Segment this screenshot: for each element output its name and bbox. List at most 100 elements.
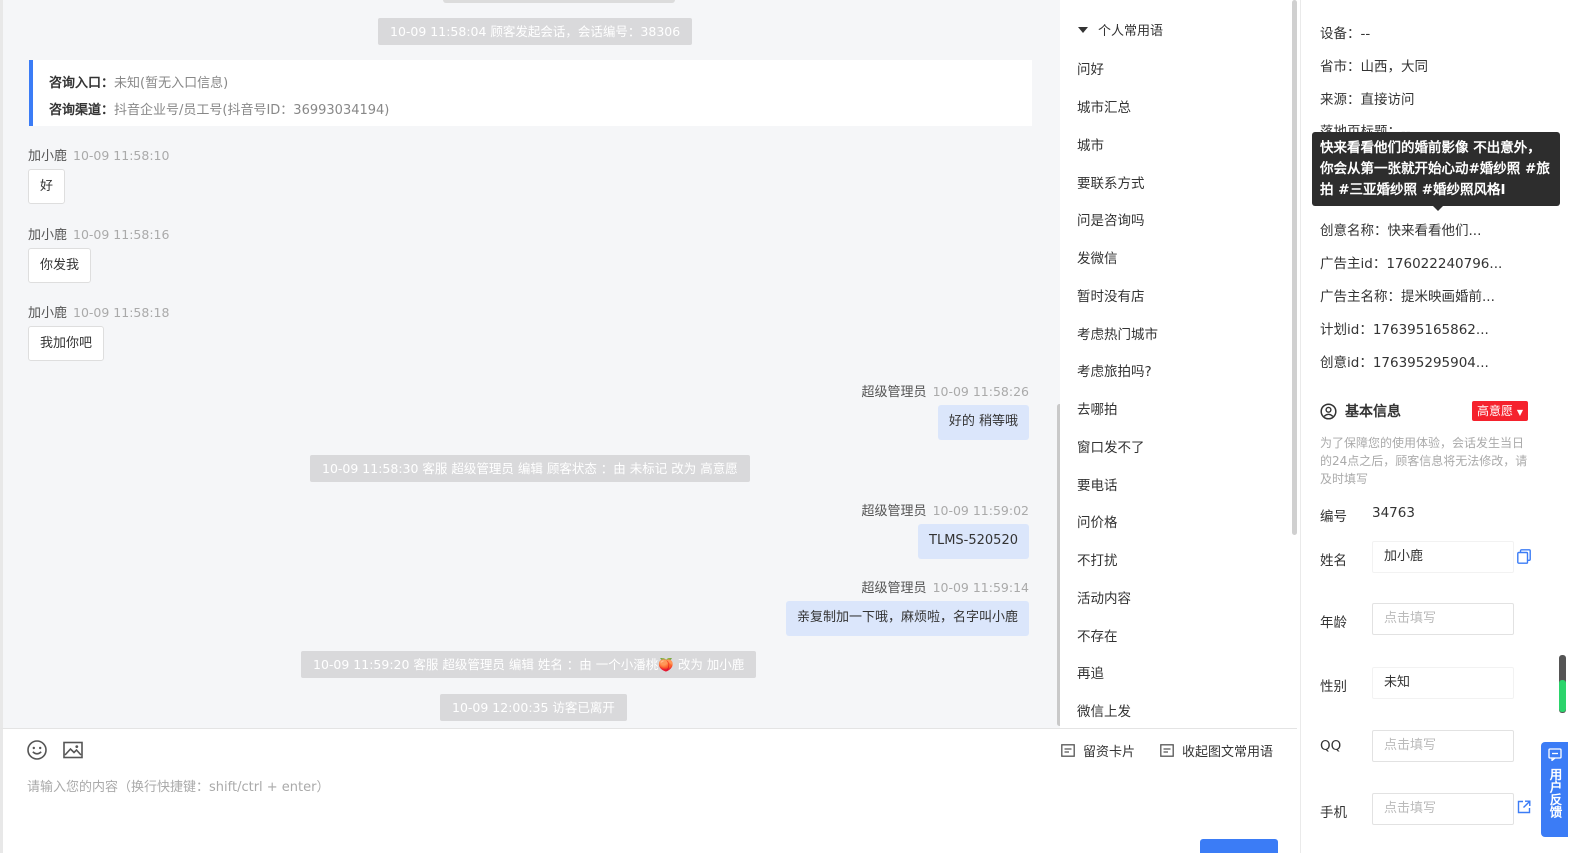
message-bubble-agent[interactable]: TLMS-520520 [918, 524, 1029, 559]
message-sender: 加小鹿 10-09 11:58:16 [28, 224, 169, 243]
system-message-status-change: 10-09 11:58:30 客服 超级管理员 编辑 顾客状态 ：由 未标记 改… [310, 455, 750, 482]
intent-status-dropdown[interactable]: 高意愿 ▼ [1472, 401, 1528, 421]
message-bubble-agent[interactable]: 好的 稍等哦 [937, 405, 1029, 440]
phrase-group-header[interactable]: 个人常用语 [1078, 20, 1163, 39]
system-message-name-change: 10-09 11:59:20 客服 超级管理员 编辑 姓名 ：由 一个小潘桃🍑 … [301, 651, 757, 678]
sender-name: 加小鹿 [28, 306, 68, 321]
phrase-group-title: 个人常用语 [1098, 24, 1164, 39]
message-bubble-customer[interactable]: 我加你吧 [28, 326, 105, 361]
smile-icon[interactable] [26, 739, 48, 761]
qq-field[interactable]: 点击填写 [1372, 730, 1514, 762]
customer-info-panel: 设备：-- 省市：山西，大同 来源：直接访问 落地页标题：-- 创意名称：快来看… [1300, 0, 1558, 853]
name-field[interactable]: 加小鹿 [1372, 541, 1514, 573]
phrase-item[interactable]: 去哪拍 [1077, 398, 1118, 418]
phrase-scrollbar[interactable] [1292, 0, 1297, 535]
info-label: 创意id： [1320, 355, 1373, 371]
consult-entry-row: 咨询入口：未知(暂无入口信息) [49, 70, 1016, 97]
info-label: 计划id： [1320, 322, 1373, 338]
phrase-item[interactable]: 发微信 [1077, 247, 1118, 267]
user-feedback-button[interactable]: 用户反馈 [1541, 742, 1568, 837]
tooltip-arrow [1432, 205, 1444, 211]
info-row-device: 设备：-- [1320, 22, 1370, 42]
chat-top-edge [443, 0, 675, 3]
intent-badge-label: 高意愿 [1477, 404, 1514, 418]
phrase-item[interactable]: 不存在 [1077, 625, 1118, 645]
phone-field[interactable]: 点击填写 [1372, 793, 1514, 825]
phrase-item[interactable]: 窗口发不了 [1077, 436, 1145, 456]
image-icon[interactable] [62, 739, 84, 761]
info-value: 176395295904... [1372, 355, 1489, 371]
collapse-phrases-label: 收起图文常用语 [1182, 745, 1274, 760]
sender-name: 超级管理员 [861, 385, 927, 400]
basic-info-title-text: 基本信息 [1345, 404, 1401, 420]
consult-channel-row: 咨询渠道：抖音企业号/员工号(抖音号ID：36993034194) [49, 97, 1016, 124]
info-label: 省市： [1320, 59, 1361, 75]
phone-label: 手机 [1320, 805, 1347, 821]
info-value: 提米映画婚前... [1401, 289, 1495, 305]
info-value: 山西，大同 [1360, 59, 1429, 75]
phrase-item[interactable]: 城市 [1077, 134, 1104, 154]
consult-channel-value: 抖音企业号/员工号(抖音号ID：36993034194) [114, 103, 390, 118]
caret-down-icon: ▼ [1516, 408, 1523, 417]
sender-name: 加小鹿 [28, 149, 68, 164]
info-label: 广告主名称： [1320, 289, 1401, 305]
collapse-phrases-button[interactable]: 收起图文常用语 [1160, 741, 1273, 760]
message-bubble-customer[interactable]: 好 [28, 169, 66, 204]
info-row-advertiser-id: 广告主id：176022240796... [1320, 252, 1502, 272]
copy-icon[interactable] [1517, 549, 1531, 564]
info-scrollbar-indicator [1559, 680, 1566, 712]
phrase-item[interactable]: 要电话 [1077, 474, 1118, 494]
message-sender: 加小鹿 10-09 11:58:18 [28, 302, 169, 321]
info-value: 176395165862... [1372, 322, 1489, 338]
phrase-item[interactable]: 考虑旅拍吗? [1077, 360, 1152, 380]
consult-entry-value: 未知(暂无入口信息) [114, 76, 229, 91]
chat-panel: 10-09 11:58:04 顾客发起会话，会话编号：38306 咨询入口：未知… [0, 0, 1060, 728]
consult-channel-label: 咨询渠道： [49, 103, 115, 118]
message-time: 10-09 11:58:26 [932, 384, 1029, 399]
phrase-item[interactable]: 问价格 [1077, 511, 1118, 531]
phrase-item[interactable]: 暂时没有店 [1077, 285, 1145, 305]
phrase-item[interactable]: 微信上发 [1077, 700, 1131, 720]
contact-card-button[interactable]: 留资卡片 [1061, 741, 1135, 760]
phrase-item[interactable]: 不打扰 [1077, 549, 1118, 569]
message-sender: 超级管理员 10-09 11:58:26 [862, 381, 1029, 400]
message-sender: 加小鹿 10-09 11:58:10 [28, 145, 169, 164]
basic-info-title: 基本信息 [1320, 401, 1401, 421]
phrase-item[interactable]: 问好 [1077, 58, 1104, 78]
user-feedback-label: 用户反馈 [1547, 768, 1563, 818]
phrase-item[interactable]: 活动内容 [1077, 587, 1131, 607]
message-sender: 超级管理员 10-09 11:59:14 [862, 577, 1029, 596]
info-value: 176022240796... [1386, 256, 1503, 272]
info-row-region: 省市：山西，大同 [1320, 55, 1428, 75]
contact-card-label: 留资卡片 [1083, 745, 1136, 760]
phrase-item[interactable]: 考虑热门城市 [1077, 323, 1158, 343]
info-row-creative-name[interactable]: 创意名称：快来看看他们... [1320, 219, 1481, 239]
consult-entry-label: 咨询入口： [49, 76, 115, 91]
id-label: 编号 [1320, 509, 1347, 525]
phrase-item[interactable]: 再追 [1077, 662, 1104, 682]
message-bubble-agent[interactable]: 亲复制加一下哦，麻烦啦，名字叫小鹿 [785, 601, 1029, 636]
message-bubble-customer[interactable]: 你发我 [28, 248, 92, 283]
message-time: 10-09 11:58:10 [73, 148, 170, 163]
edit-notice: 为了保障您的使用体验，会话发生当日的24点之后，顾客信息将无法修改，请及时填写 [1320, 436, 1528, 486]
send-button[interactable] [1200, 839, 1278, 853]
info-label: 广告主id： [1320, 256, 1387, 272]
info-row-plan-id: 计划id：176395165862... [1320, 318, 1489, 338]
phrase-item[interactable]: 要联系方式 [1077, 172, 1145, 192]
phrase-item[interactable]: 城市汇总 [1077, 96, 1131, 116]
id-value: 34763 [1372, 505, 1415, 521]
info-label: 来源： [1320, 92, 1361, 108]
name-label: 姓名 [1320, 553, 1347, 569]
gender-select[interactable]: 未知 [1372, 667, 1514, 699]
message-input[interactable]: 请输入您的内容（换行快捷键：shift/ctrl + enter） [27, 776, 330, 795]
phrase-item[interactable]: 问是咨询吗 [1077, 209, 1145, 229]
external-link-icon[interactable] [1517, 800, 1531, 814]
age-field[interactable]: 点击填写 [1372, 603, 1514, 635]
sender-name: 加小鹿 [28, 228, 68, 243]
quick-phrase-panel: 个人常用语 问好 城市汇总 城市 要联系方式 问是咨询吗 发微信 暂时没有店 考… [1060, 0, 1297, 728]
info-value: 快来看看他们... [1387, 223, 1482, 239]
message-sender: 超级管理员 10-09 11:59:02 [862, 500, 1029, 519]
message-time: 10-09 11:58:18 [73, 305, 170, 320]
user-circle-icon [1320, 402, 1337, 420]
consult-info-card: 咨询入口：未知(暂无入口信息) 咨询渠道：抖音企业号/员工号(抖音号ID：369… [29, 60, 1032, 126]
